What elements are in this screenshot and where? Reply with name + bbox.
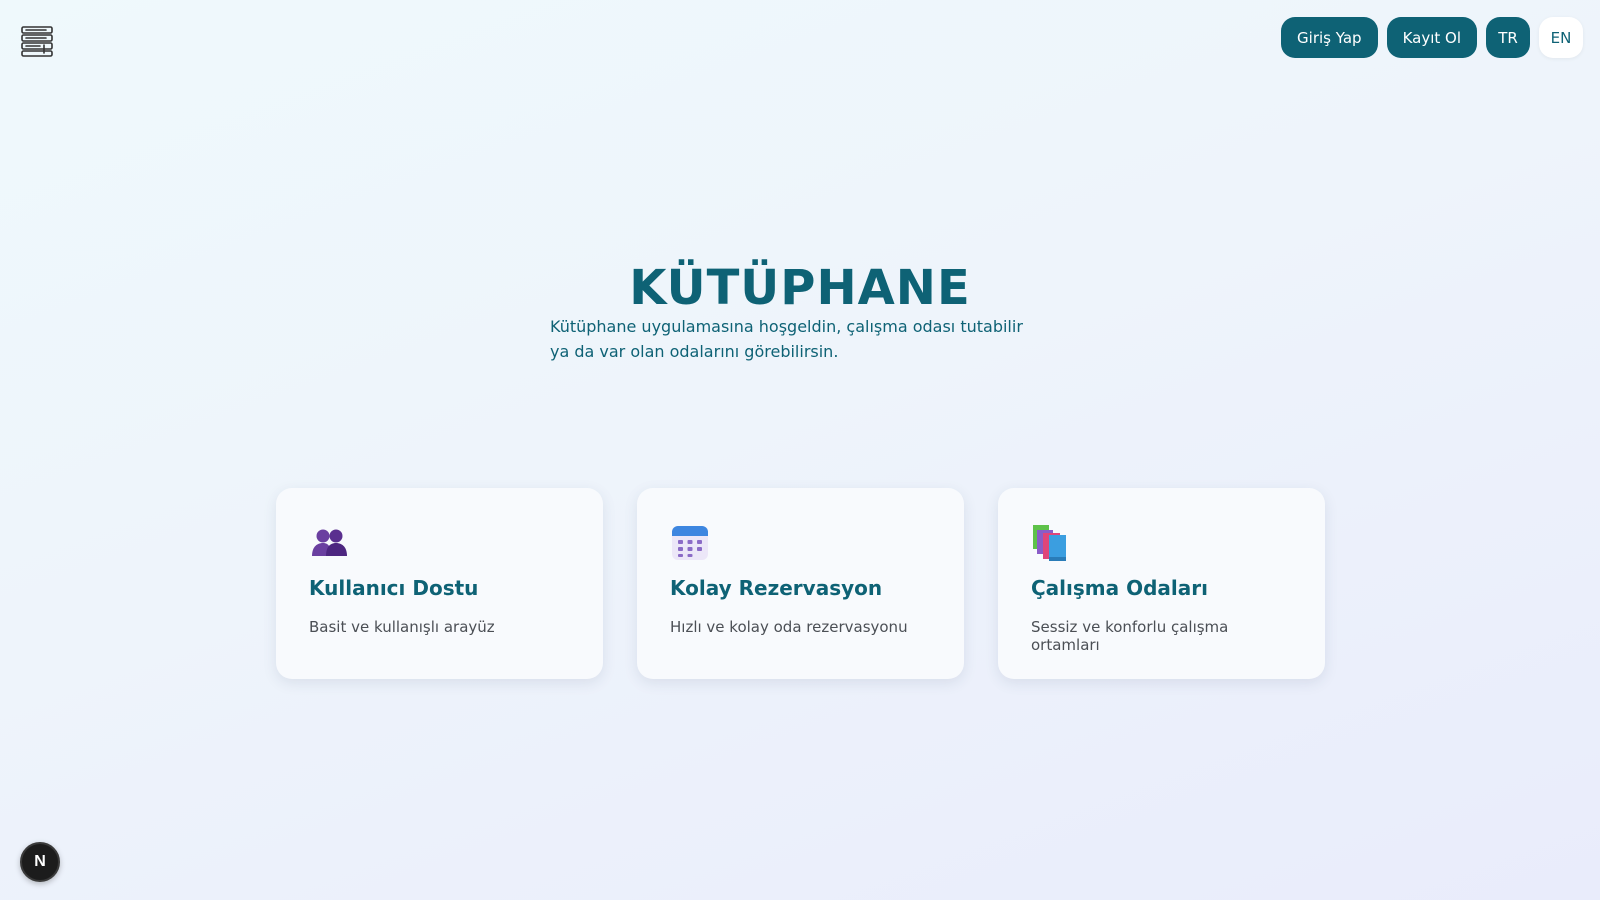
- feature-card-study-rooms: Çalışma Odaları Sessiz ve konforlu çalış…: [998, 488, 1325, 679]
- hero-description: Kütüphane uygulamasına hoşgeldin, çalışm…: [550, 317, 1023, 361]
- login-button[interactable]: Giriş Yap: [1281, 17, 1378, 58]
- feature-title: Kullanıcı Dostu: [309, 576, 479, 600]
- header-actions: Giriş Yap Kayıt Ol TR EN: [1281, 17, 1583, 58]
- feature-description: Basit ve kullanışlı arayüz: [309, 618, 495, 636]
- feature-title: Çalışma Odaları: [1031, 576, 1208, 600]
- language-en-button[interactable]: EN: [1539, 17, 1583, 58]
- feature-description: Sessiz ve konforlu çalışma ortamları: [1031, 618, 1229, 654]
- feature-card-user-friendly: Kullanıcı Dostu Basit ve kullanışlı aray…: [276, 488, 603, 679]
- feature-description: Hızlı ve kolay oda rezervasyonu: [670, 618, 908, 636]
- feature-cards: Kullanıcı Dostu Basit ve kullanışlı aray…: [276, 488, 1325, 679]
- page-title: KÜTÜPHANE: [629, 260, 971, 316]
- language-tr-button[interactable]: TR: [1486, 17, 1530, 58]
- dev-tools-badge[interactable]: N: [20, 842, 60, 882]
- library-logo-icon[interactable]: [20, 24, 54, 58]
- books-icon: [1033, 525, 1066, 561]
- users-icon: [312, 529, 347, 556]
- feature-card-easy-reservation: Kolay Rezervasyon Hızlı ve kolay oda rez…: [637, 488, 964, 679]
- feature-title: Kolay Rezervasyon: [670, 576, 883, 600]
- register-button[interactable]: Kayıt Ol: [1386, 17, 1477, 58]
- calendar-icon: [672, 526, 708, 560]
